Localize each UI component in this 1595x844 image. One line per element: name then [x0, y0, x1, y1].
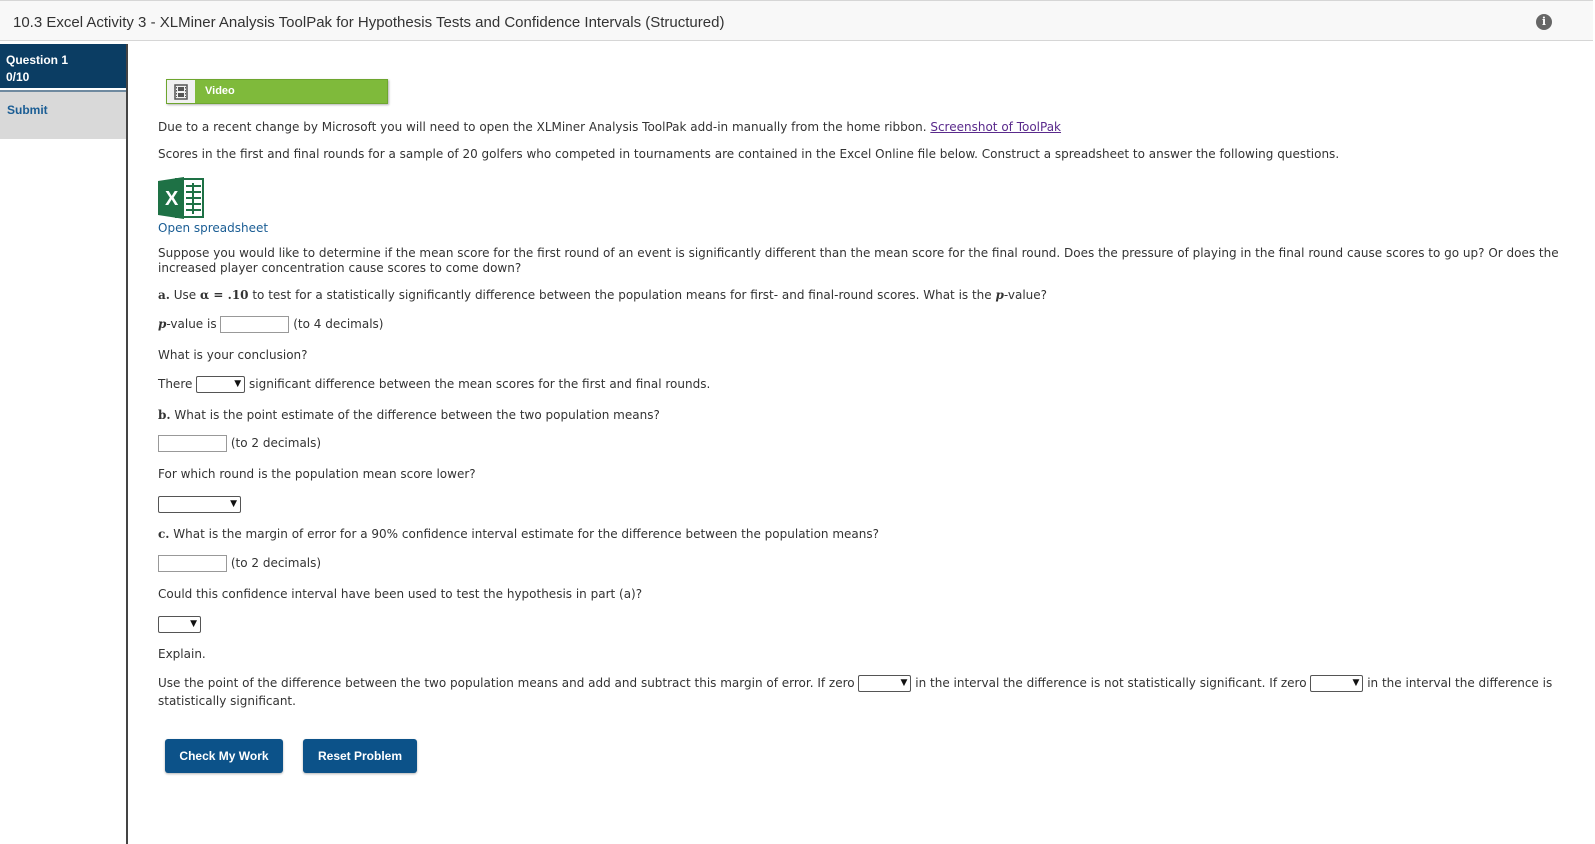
part-c-prefix: c.: [158, 527, 170, 541]
conclusion-rest: significant difference between the mean …: [249, 377, 711, 391]
part-a-question: a. Use α = .10 to test for a statistical…: [158, 288, 1047, 302]
p-symbol: p: [995, 288, 1004, 302]
part-a-text-2: to test for a statistically significantl…: [248, 288, 996, 302]
could-question: Could this confidence interval have been…: [158, 587, 643, 601]
lower-round-row: ▼: [158, 496, 241, 513]
page-title: 10.3 Excel Activity 3 - XLMiner Analysis…: [13, 14, 725, 31]
conclusion-select[interactable]: ▼: [196, 376, 246, 393]
video-label: Video: [205, 85, 235, 97]
open-spreadsheet-link[interactable]: Open spreadsheet: [158, 221, 268, 235]
chevron-down-icon: ▼: [190, 619, 197, 629]
info-icon[interactable]: i: [1536, 14, 1552, 30]
scores-description: Scores in the first and final rounds for…: [158, 147, 1340, 161]
title-bar: 10.3 Excel Activity 3 - XLMiner Analysis…: [0, 0, 1593, 41]
zero-first-select[interactable]: ▼: [858, 675, 912, 692]
toolpak-screenshot-link[interactable]: Screenshot of ToolPak: [930, 120, 1061, 134]
question-nav-item[interactable]: Question 1 0/10: [0, 44, 126, 90]
part-b-text: What is the point estimate of the differ…: [170, 408, 660, 422]
chevron-down-icon: ▼: [900, 678, 908, 688]
point-estimate-row: (to 2 decimals): [158, 435, 321, 452]
pvalue-hint: (to 4 decimals): [293, 317, 384, 331]
margin-error-hint: (to 2 decimals): [230, 556, 322, 570]
pvalue-label: -value is: [166, 317, 217, 331]
notice-text: Due to a recent change by Microsoft you …: [158, 120, 1061, 134]
question-label: Question 1: [6, 53, 69, 67]
lower-round-question: For which round is the population mean s…: [158, 467, 476, 481]
explain-text-4: statistically significant.: [158, 694, 296, 708]
explain-text-1: Use the point of the difference between …: [158, 676, 855, 690]
sidebar: Question 1 0/10 Submit: [0, 44, 128, 844]
part-b-prefix: b.: [158, 408, 171, 422]
video-button[interactable]: Video: [166, 79, 388, 104]
could-select[interactable]: ▼: [158, 616, 201, 633]
suppose-line-2: increased player concentration cause sco…: [158, 261, 522, 275]
question-score: 0/10: [6, 70, 30, 84]
chevron-down-icon: ▼: [234, 379, 242, 389]
explain-text-3: in the interval the difference is: [1367, 676, 1553, 690]
suppose-line-1: Suppose you would like to determine if t…: [158, 246, 1559, 260]
could-row: ▼: [158, 616, 201, 633]
explain-row: Use the point of the difference between …: [158, 675, 1552, 692]
part-b-question: b. What is the point estimate of the dif…: [158, 408, 660, 422]
chevron-down-icon: ▼: [230, 499, 237, 509]
margin-error-input[interactable]: [158, 555, 227, 572]
zero-second-select[interactable]: ▼: [1310, 675, 1364, 692]
pvalue-row: p-value is (to 4 decimals): [158, 316, 383, 333]
explain-label: Explain.: [158, 647, 206, 661]
part-a-prefix: a.: [158, 288, 170, 302]
pvalue-input[interactable]: [220, 316, 290, 333]
part-c-question: c. What is the margin of error for a 90%…: [158, 527, 879, 541]
film-icon: [167, 80, 195, 103]
svg-text:X: X: [165, 188, 179, 210]
there-label: There: [158, 377, 193, 391]
excel-icon[interactable]: X: [158, 177, 205, 219]
margin-error-row: (to 2 decimals): [158, 555, 321, 572]
explain-text-2: in the interval the difference is not st…: [915, 676, 1307, 690]
notice-body: Due to a recent change by Microsoft you …: [158, 120, 927, 134]
point-estimate-hint: (to 2 decimals): [230, 436, 322, 450]
conclusion-question: What is your conclusion?: [158, 348, 308, 362]
part-a-text-1: Use: [169, 288, 200, 302]
lower-round-select[interactable]: ▼: [158, 496, 241, 513]
chevron-down-icon: ▼: [1352, 678, 1360, 688]
alpha-symbol: α = .10: [200, 288, 249, 302]
part-a-text-3: -value?: [1003, 288, 1048, 302]
reset-problem-button[interactable]: Reset Problem: [303, 739, 417, 773]
point-estimate-input[interactable]: [158, 435, 227, 452]
check-my-work-button[interactable]: Check My Work: [165, 739, 283, 773]
submit-nav-item[interactable]: Submit: [0, 92, 126, 139]
part-c-text: What is the margin of error for a 90% co…: [169, 527, 880, 541]
conclusion-row: There ▼ significant difference between t…: [158, 376, 710, 393]
